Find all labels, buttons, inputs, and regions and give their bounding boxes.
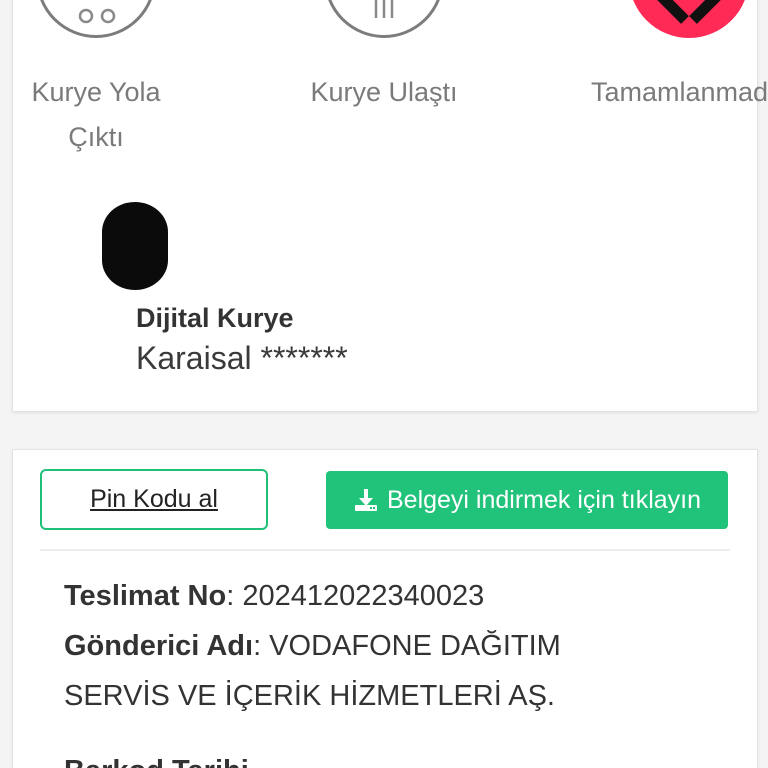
status-card: Kurye Yola Çıktı Kurye Ulaştı Tamamlanma… — [12, 0, 768, 412]
step-label: Tamamlanmad — [591, 77, 768, 107]
motorcycle-icon — [78, 8, 116, 24]
delivery-number: Teslimat No: 202412022340023 — [64, 571, 484, 621]
download-document-button[interactable]: Belgeyi indirmek için tıklayın — [326, 471, 728, 529]
step-circle — [324, 0, 444, 38]
courier-title: Dijital Kurye — [136, 303, 294, 333]
step-label: Kurye Ulaştı — [310, 77, 458, 107]
courier-name: Karaisal ******* — [136, 340, 348, 376]
barcode-date-key: Barkod Tarihi — [64, 755, 249, 768]
step-circle-failed — [629, 0, 749, 38]
delivery-number-key: Teslimat No — [64, 580, 227, 612]
step-circle — [36, 0, 156, 38]
get-pin-code-button[interactable]: Pin Kodu al — [40, 469, 268, 530]
avatar — [102, 202, 168, 290]
step-label: Kurye Yola Çıktı — [31, 77, 161, 152]
download-label: Belgeyi indirmek için tıklayın — [386, 485, 701, 514]
barcode-date: Barkod Tarihi — [64, 746, 249, 768]
download-icon — [354, 489, 377, 511]
delivery-tracking-page: Kurye Yola Çıktı Kurye Ulaştı Tamamlanma… — [0, 0, 768, 768]
close-icon — [657, 0, 721, 24]
sender-name: Gönderici Adı: VODAFONE DAĞITIM SERVİS V… — [64, 621, 664, 721]
sender-name-key: Gönderici Adı — [64, 630, 254, 662]
building-icon — [374, 0, 394, 18]
details-card: Pin Kodu al Belgeyi indirmek için tıklay… — [12, 449, 758, 768]
delivery-number-value: : 202412022340023 — [226, 580, 485, 612]
divider — [40, 549, 730, 551]
